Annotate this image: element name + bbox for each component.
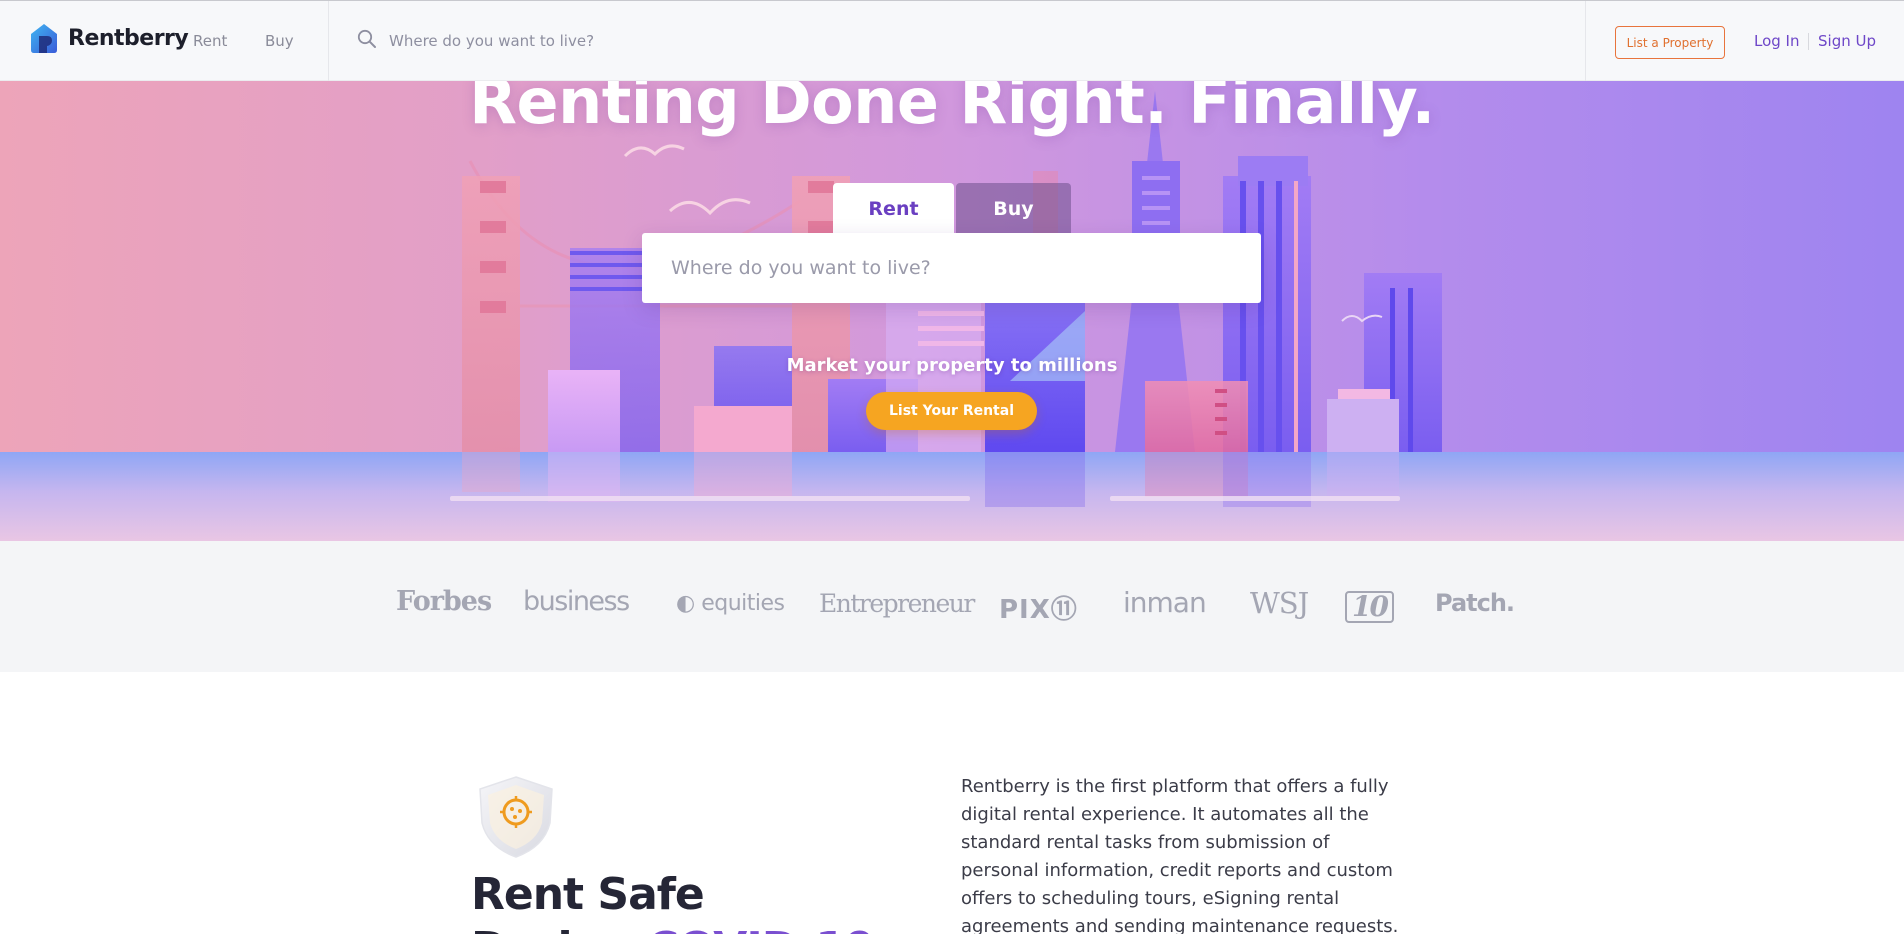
login-link[interactable]: Log In xyxy=(1754,32,1800,50)
press-logos-strip: Forbes business ◐ equities Entrepreneur … xyxy=(0,541,1904,672)
nav-rent-link[interactable]: Rent xyxy=(193,32,227,50)
hero-section: Renting Done Right. Finally. Rent Buy Ma… xyxy=(0,81,1904,541)
press-logo: PIX⑪ xyxy=(999,595,1078,625)
tab-rent[interactable]: Rent xyxy=(833,183,954,234)
press-logo: Forbes xyxy=(396,586,492,617)
press-logo: inman xyxy=(1123,586,1207,619)
auth-separator xyxy=(1808,33,1809,50)
search-icon xyxy=(357,29,377,53)
house-logo-icon xyxy=(28,22,60,54)
hero-promo-text: Market your property to millions xyxy=(786,355,1118,376)
heading-line2-prefix: During xyxy=(471,923,633,934)
nav-divider xyxy=(328,1,329,81)
tab-buy[interactable]: Buy xyxy=(956,183,1071,234)
city-skyline-illustration xyxy=(0,91,1904,541)
nav-search xyxy=(357,29,989,53)
press-logo: Entrepreneur xyxy=(819,589,975,618)
press-logo: WSJ xyxy=(1250,586,1309,620)
brand-name: Rentberry xyxy=(68,25,189,51)
nav-divider xyxy=(1585,1,1586,81)
heading-line1: Rent Safe xyxy=(471,869,705,920)
rent-safe-heading: Rent Safe During COVID-19 xyxy=(471,868,876,934)
hero-search-input[interactable] xyxy=(671,257,1231,279)
list-your-rental-button[interactable]: List Your Rental xyxy=(866,392,1037,430)
signup-link[interactable]: Sign Up xyxy=(1818,32,1876,50)
list-property-button[interactable]: List a Property xyxy=(1615,26,1725,59)
hero-search-box xyxy=(642,233,1261,303)
press-logo: Patch. xyxy=(1435,589,1515,617)
press-logo: 10 xyxy=(1345,591,1394,623)
virus-shield-icon xyxy=(476,775,556,859)
heading-line2-accent: COVID-19 xyxy=(647,923,876,934)
nav-buy-link[interactable]: Buy xyxy=(265,32,294,50)
hero-tabs: Rent Buy xyxy=(833,183,1071,234)
press-logo: ◐ equities xyxy=(676,591,785,616)
top-navigation: Rentberry Rent Buy List a Property Log I… xyxy=(0,0,1904,81)
press-logo: business xyxy=(523,586,630,617)
press-logo-text: PIX xyxy=(999,595,1051,625)
brand-logo-link[interactable]: Rentberry xyxy=(28,21,189,55)
press-logo-text: equities xyxy=(701,591,785,616)
rent-safe-description: Rentberry is the first platform that off… xyxy=(961,776,1399,934)
hero-title: Renting Done Right. Finally. xyxy=(469,81,1435,138)
nav-search-input[interactable] xyxy=(389,32,989,50)
